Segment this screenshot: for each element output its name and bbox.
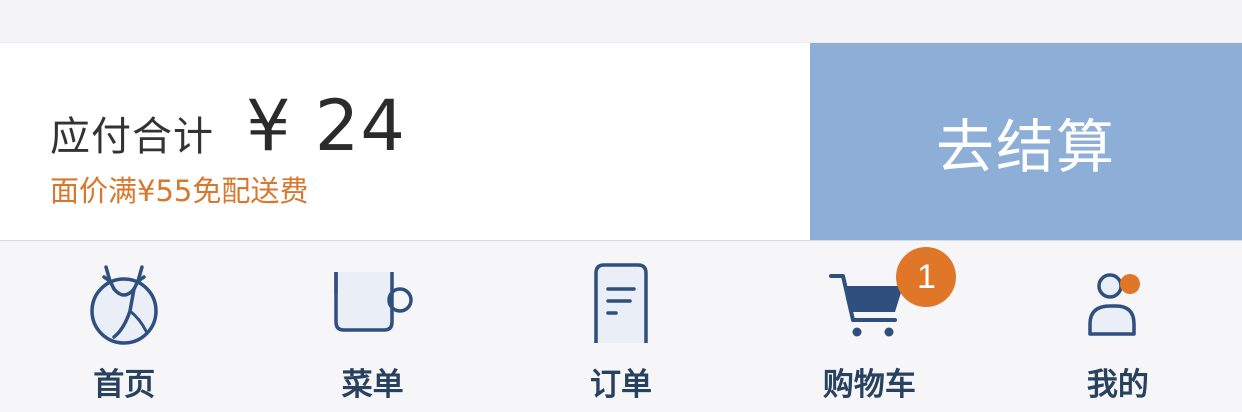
tab-profile-label: 我的 xyxy=(1086,367,1149,403)
user-icon xyxy=(1073,259,1163,349)
tab-home[interactable]: 首页 xyxy=(0,241,248,412)
tab-menu-label: 菜单 xyxy=(341,367,404,403)
total-amount: ¥ 24 xyxy=(246,85,406,167)
tab-profile[interactable]: 我的 xyxy=(994,241,1242,412)
tab-cart[interactable]: 1 购物车 xyxy=(745,241,993,412)
tab-orders-label: 订单 xyxy=(590,367,653,403)
cup-icon xyxy=(328,259,418,349)
checkout-bar: 应付合计 ¥ 24 面价满¥55免配送费 去结算 xyxy=(0,43,1242,240)
top-strip xyxy=(0,0,1242,43)
deer-globe-icon xyxy=(79,259,169,349)
cart-icon: 1 xyxy=(824,247,957,349)
tab-menu[interactable]: 菜单 xyxy=(248,241,496,412)
total-row: 应付合计 ¥ 24 xyxy=(50,85,406,167)
checkout-button-label: 去结算 xyxy=(935,112,1116,181)
tab-orders[interactable]: 订单 xyxy=(497,241,745,412)
checkout-button[interactable]: 去结算 xyxy=(810,43,1242,240)
tab-cart-label: 购物车 xyxy=(822,367,916,403)
cart-count-badge: 1 xyxy=(896,247,957,307)
total-label: 应付合计 xyxy=(50,114,214,160)
tab-home-label: 首页 xyxy=(93,367,156,403)
receipt-icon xyxy=(576,259,666,349)
delivery-fee-note: 面价满¥55免配送费 xyxy=(50,174,309,208)
bottom-tab-bar: 首页 菜单 订单 1 购物车 我的 xyxy=(0,240,1242,412)
